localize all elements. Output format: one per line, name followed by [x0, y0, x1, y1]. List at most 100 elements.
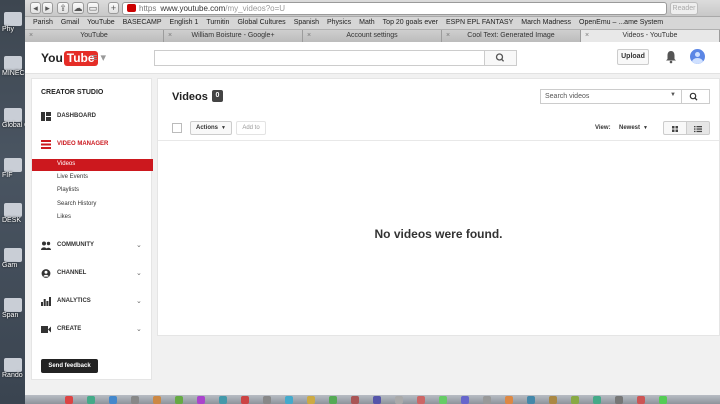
dock-app-icon[interactable]	[417, 396, 425, 404]
dock-app-icon[interactable]	[395, 396, 403, 404]
bookmark-link[interactable]: Global Cultures	[237, 17, 285, 29]
bookmark-link[interactable]: Math	[359, 17, 375, 29]
dock-app-icon[interactable]	[615, 396, 623, 404]
dock-app-icon[interactable]	[329, 396, 337, 404]
youtube-logo[interactable]: You Tube	[41, 51, 98, 66]
bookmark-link[interactable]: ESPN EPL FANTASY	[446, 17, 513, 29]
dock-app-icon[interactable]	[307, 396, 315, 404]
dock-app-icon[interactable]	[637, 396, 645, 404]
close-icon[interactable]: ×	[446, 30, 450, 42]
dock-app-icon[interactable]	[593, 396, 601, 404]
sidebar-item-dashboard[interactable]: DASHBOARD	[32, 110, 151, 124]
desktop-item-label: FIF	[2, 172, 13, 179]
folder-icon	[4, 108, 22, 122]
search-button[interactable]	[484, 50, 517, 66]
bookmarks-icon[interactable]: ▭	[87, 2, 99, 14]
upload-button[interactable]: Upload	[617, 49, 649, 65]
bookmark-link[interactable]: March Madness	[521, 17, 571, 29]
dock-app-icon[interactable]	[351, 396, 359, 404]
sidebar-subitem-likes[interactable]: Likes	[32, 212, 153, 224]
new-tab-button[interactable]: +	[108, 2, 119, 14]
bookmark-link[interactable]: English 1	[170, 17, 199, 29]
search-input[interactable]	[154, 50, 485, 66]
bookmark-link[interactable]: Top 20 goals ever	[383, 17, 438, 29]
sidebar-subitem-live-events[interactable]: Live Events	[32, 172, 153, 184]
bell-icon[interactable]	[665, 50, 677, 64]
hamburger-icon[interactable]: ≡ ▾	[91, 51, 106, 64]
list-icon	[694, 126, 702, 133]
reader-button[interactable]: Reader	[670, 2, 698, 15]
close-icon[interactable]: ×	[307, 30, 311, 42]
browser-tab[interactable]: × William Boisture - Google+	[164, 30, 303, 42]
bookmark-link[interactable]: BASECAMP	[123, 17, 162, 29]
subitem-label: Videos	[57, 161, 76, 167]
icloud-tabs-icon[interactable]: ☁	[72, 2, 84, 14]
send-feedback-button[interactable]: Send feedback	[41, 359, 98, 373]
browser-tab[interactable]: × YouTube	[25, 30, 164, 42]
bookmark-link[interactable]: Parish	[33, 17, 53, 29]
tab-bar: × YouTube × William Boisture - Google+ × Acco…	[25, 30, 720, 42]
select-all-checkbox[interactable]	[172, 123, 182, 133]
chevron-down-icon: ⌄	[136, 298, 142, 305]
bookmark-link[interactable]: YouTube	[87, 17, 115, 29]
dock-app-icon[interactable]	[483, 396, 491, 404]
dock-app-icon[interactable]	[505, 396, 513, 404]
close-icon[interactable]: ×	[585, 30, 589, 42]
actions-dropdown[interactable]: Actions ▼	[190, 121, 232, 135]
dock-app-icon[interactable]	[219, 396, 227, 404]
sidebar-item-create[interactable]: CREATE ⌄	[32, 323, 151, 337]
sidebar-item-channel[interactable]: CHANNEL ⌄	[32, 267, 151, 281]
dock-app-icon[interactable]	[153, 396, 161, 404]
browser-tab[interactable]: × Cool Text: Generated Image	[442, 30, 581, 42]
sidebar-subitem-videos[interactable]: Videos	[32, 159, 153, 171]
browser-tab[interactable]: × Videos - YouTube	[581, 30, 720, 42]
dock-app-icon[interactable]	[571, 396, 579, 404]
dock-app-icon[interactable]	[263, 396, 271, 404]
sidebar-subitem-playlists[interactable]: Playlists	[32, 185, 153, 197]
dock-app-icon[interactable]	[549, 396, 557, 404]
share-icon[interactable]: ⇪	[57, 2, 69, 14]
dock-app-icon[interactable]	[65, 396, 73, 404]
add-to-button[interactable]: Add to	[236, 121, 266, 135]
dock-app-icon[interactable]	[527, 396, 535, 404]
caret-down-icon[interactable]: ▼	[670, 92, 676, 98]
sort-dropdown[interactable]: Newest ▼	[619, 125, 648, 131]
close-icon[interactable]: ×	[29, 30, 33, 42]
back-button[interactable]: ◂	[30, 2, 41, 14]
dock-app-icon[interactable]	[439, 396, 447, 404]
dashboard-icon	[41, 112, 51, 121]
sidebar-item-video-manager[interactable]: VIDEO MANAGER	[32, 138, 151, 152]
grid-view-button[interactable]	[663, 121, 687, 135]
sidebar-item-analytics[interactable]: ANALYTICS ⌄	[32, 295, 151, 309]
sidebar-item-community[interactable]: COMMUNITY ⌄	[32, 239, 151, 253]
dock-app-icon[interactable]	[285, 396, 293, 404]
close-icon[interactable]: ×	[168, 30, 172, 42]
logo-you: You	[41, 51, 63, 65]
folder-icon	[4, 158, 22, 172]
tab-label: Videos - YouTube	[622, 32, 678, 39]
avatar[interactable]	[690, 49, 705, 64]
bookmark-link[interactable]: Spanish	[294, 17, 319, 29]
analytics-icon	[41, 297, 51, 306]
dock-app-icon[interactable]	[241, 396, 249, 404]
dock-app-icon[interactable]	[131, 396, 139, 404]
forward-button[interactable]: ▸	[42, 2, 53, 14]
browser-tab[interactable]: × Account settings	[303, 30, 442, 42]
sidebar-subitem-search-history[interactable]: Search History	[32, 199, 153, 211]
bookmark-link[interactable]: Gmail	[61, 17, 79, 29]
list-view-button[interactable]	[686, 121, 710, 135]
search-icon[interactable]	[688, 92, 700, 102]
dock-app-icon[interactable]	[461, 396, 469, 404]
dock-app-icon[interactable]	[87, 396, 95, 404]
dock-app-icon[interactable]	[175, 396, 183, 404]
dock-app-icon[interactable]	[197, 396, 205, 404]
bookmark-link[interactable]: Turnitin	[206, 17, 229, 29]
dock-app-icon[interactable]	[659, 396, 667, 404]
bookmark-link[interactable]: OpenEmu – ...ame System	[579, 17, 663, 29]
bookmark-link[interactable]: Physics	[327, 17, 351, 29]
tab-label: YouTube	[80, 32, 108, 39]
dock-app-icon[interactable]	[109, 396, 117, 404]
address-bar[interactable]: https www.youtube.com/my_videos?o=U	[122, 2, 667, 15]
dock-app-icon[interactable]	[373, 396, 381, 404]
search-videos-field[interactable]: Search videos ▼	[540, 89, 710, 104]
